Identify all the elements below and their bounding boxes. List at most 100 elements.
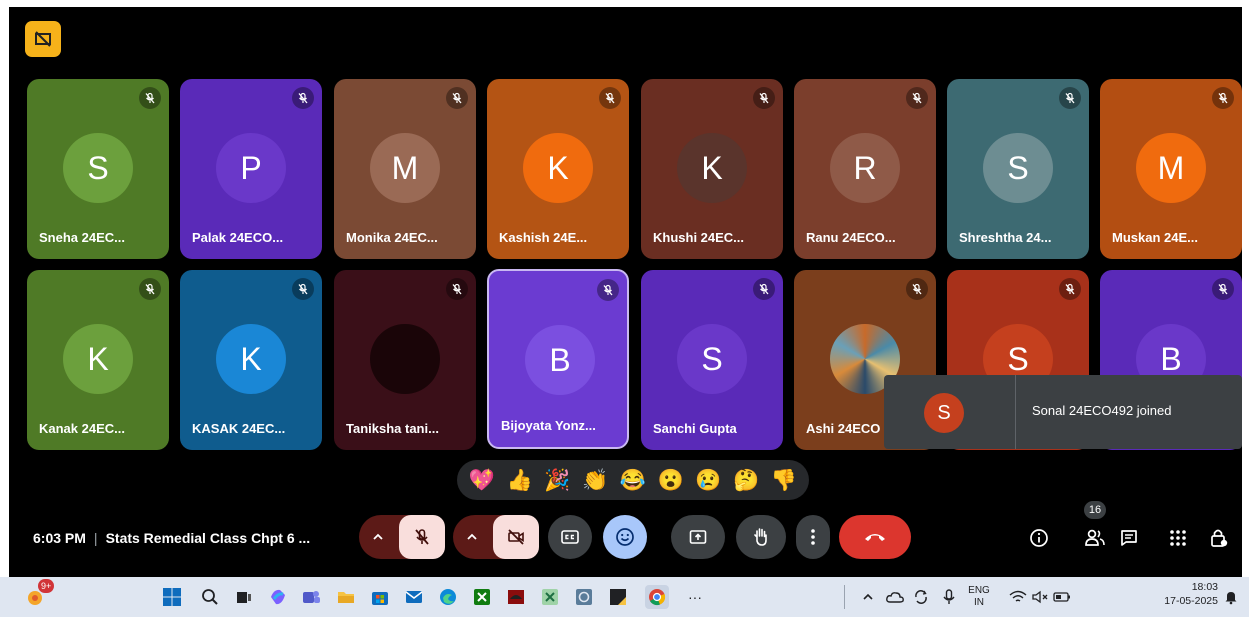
raise-hand-button[interactable]	[736, 515, 786, 559]
reaction-emoji-button[interactable]: 👍	[507, 470, 533, 491]
windows-taskbar: 9+ ··· ENG IN 18:03 17-05-2025	[0, 577, 1249, 617]
xbox-button[interactable]	[470, 585, 494, 609]
camera-app-icon	[576, 589, 592, 605]
copilot-button[interactable]	[266, 585, 290, 609]
reactions-button[interactable]	[603, 515, 647, 559]
mic-off-icon	[145, 283, 155, 295]
toast-message: Sonal 24ECO492 joined	[1032, 403, 1172, 418]
participant-tile[interactable]: M Muskan 24E...	[1100, 79, 1242, 259]
sync-tray-button[interactable]	[909, 585, 933, 609]
mic-off-icon	[605, 92, 615, 104]
reaction-emoji-button[interactable]: 😢	[695, 470, 721, 491]
chrome-button[interactable]	[645, 585, 669, 609]
onedrive-tray-button[interactable]	[883, 585, 907, 609]
chrome-icon	[649, 589, 666, 606]
show-hidden-icons-button[interactable]	[856, 585, 880, 609]
sync-icon	[915, 590, 927, 604]
camera-toggle-button[interactable]	[493, 515, 539, 559]
mic-muted-indicator	[599, 87, 621, 109]
participant-tile[interactable]: S Sneha 24EC...	[27, 79, 169, 259]
excel-button[interactable]	[538, 585, 562, 609]
meeting-time: 6:03 PM	[33, 530, 86, 546]
file-explorer-button[interactable]	[334, 585, 358, 609]
mic-muted-indicator	[753, 87, 775, 109]
volume-muted-icon	[1032, 590, 1048, 604]
system-clock[interactable]: 18:03 17-05-2025	[1152, 581, 1218, 609]
meeting-controls-bar: 6:03 PM | Stats Remedial Class Chpt 6 ...	[9, 501, 1242, 567]
participant-tile[interactable]: K Kashish 24E...	[487, 79, 629, 259]
reaction-emoji-button[interactable]: 👎	[771, 470, 797, 491]
mail-button[interactable]	[402, 585, 426, 609]
participant-tile[interactable]: K Khushi 24EC...	[641, 79, 783, 259]
mic-off-icon	[912, 92, 922, 104]
leave-call-button[interactable]	[839, 515, 911, 559]
app-button-red[interactable]	[504, 585, 528, 609]
video-options-button[interactable]	[453, 515, 491, 559]
microphone-icon	[943, 589, 955, 604]
no-recording-icon	[35, 31, 51, 47]
participant-tile[interactable]: K Kanak 24EC...	[27, 270, 169, 450]
activities-button[interactable]	[1165, 525, 1191, 551]
people-button[interactable]	[1082, 525, 1108, 551]
battery-tray-button[interactable]	[1050, 585, 1074, 609]
reaction-emoji-button[interactable]: 🤔	[733, 470, 759, 491]
sticky-notes-button[interactable]	[606, 585, 630, 609]
participant-tile[interactable]: S Shreshtha 24...	[947, 79, 1089, 259]
emoji-smile-icon	[616, 528, 634, 546]
task-view-button[interactable]	[232, 585, 256, 609]
participant-tile[interactable]: P Palak 24ECO...	[180, 79, 322, 259]
more-options-button[interactable]	[796, 515, 830, 559]
camera-control-group	[453, 515, 539, 559]
host-controls-button[interactable]	[1206, 525, 1232, 551]
participant-tile[interactable]: Taniksha tani...	[334, 270, 476, 450]
participant-avatar: M	[370, 133, 440, 203]
notification-bell-icon	[1225, 592, 1237, 605]
participant-tile[interactable]: R Ranu 24ECO...	[794, 79, 936, 259]
reaction-emoji-button[interactable]: 👏	[582, 470, 608, 491]
meeting-details-button[interactable]	[1026, 525, 1052, 551]
start-button[interactable]	[160, 585, 184, 609]
folder-icon	[338, 592, 354, 603]
participant-name: Kashish 24E...	[499, 230, 588, 245]
notifications-button[interactable]	[1219, 585, 1243, 609]
chat-button[interactable]	[1116, 525, 1142, 551]
microphone-tray-button[interactable]	[937, 585, 961, 609]
participant-name: Palak 24ECO...	[192, 230, 284, 245]
participant-tile[interactable]: M Monika 24EC...	[334, 79, 476, 259]
captions-button[interactable]	[548, 515, 592, 559]
mic-muted-indicator	[446, 278, 468, 300]
audio-options-button[interactable]	[359, 515, 397, 559]
participant-avatar: S	[983, 133, 1053, 203]
wifi-tray-button[interactable]	[1006, 585, 1030, 609]
store-button[interactable]	[368, 585, 392, 609]
participant-tile[interactable]: K KASAK 24EC...	[180, 270, 322, 450]
volume-tray-button[interactable]	[1028, 585, 1052, 609]
participant-tile[interactable]: B Bijoyata Yonz...	[487, 269, 629, 449]
meeting-title[interactable]: Stats Remedial Class Chpt 6 ...	[106, 530, 311, 546]
participant-tile[interactable]: S Sanchi Gupta	[641, 270, 783, 450]
more-apps-button[interactable]: ···	[683, 585, 707, 609]
language-indicator[interactable]: ENG IN	[966, 585, 992, 609]
app-button-camera[interactable]	[572, 585, 596, 609]
mic-off-icon	[759, 283, 769, 295]
clock-date: 17-05-2025	[1164, 595, 1218, 607]
hand-icon	[754, 528, 767, 546]
edge-icon	[440, 589, 456, 605]
edge-button[interactable]	[436, 585, 460, 609]
search-icon	[202, 589, 218, 605]
present-screen-button[interactable]	[671, 515, 725, 559]
reaction-emoji-button[interactable]: 😮	[658, 470, 684, 491]
reaction-emoji-button[interactable]: 🎉	[544, 470, 570, 491]
recording-off-indicator[interactable]	[25, 21, 61, 57]
mic-toggle-button[interactable]	[399, 515, 445, 559]
mic-muted-indicator	[1212, 87, 1234, 109]
mic-muted-indicator	[906, 278, 928, 300]
search-button[interactable]	[198, 585, 222, 609]
sticky-notes-icon	[610, 589, 626, 605]
chevron-up-icon	[467, 533, 477, 540]
teams-button[interactable]	[299, 585, 323, 609]
meeting-info: 6:03 PM | Stats Remedial Class Chpt 6 ...	[33, 530, 310, 546]
store-icon	[372, 592, 388, 605]
reaction-emoji-button[interactable]: 💖	[469, 470, 495, 491]
reaction-emoji-button[interactable]: 😂	[620, 470, 646, 491]
